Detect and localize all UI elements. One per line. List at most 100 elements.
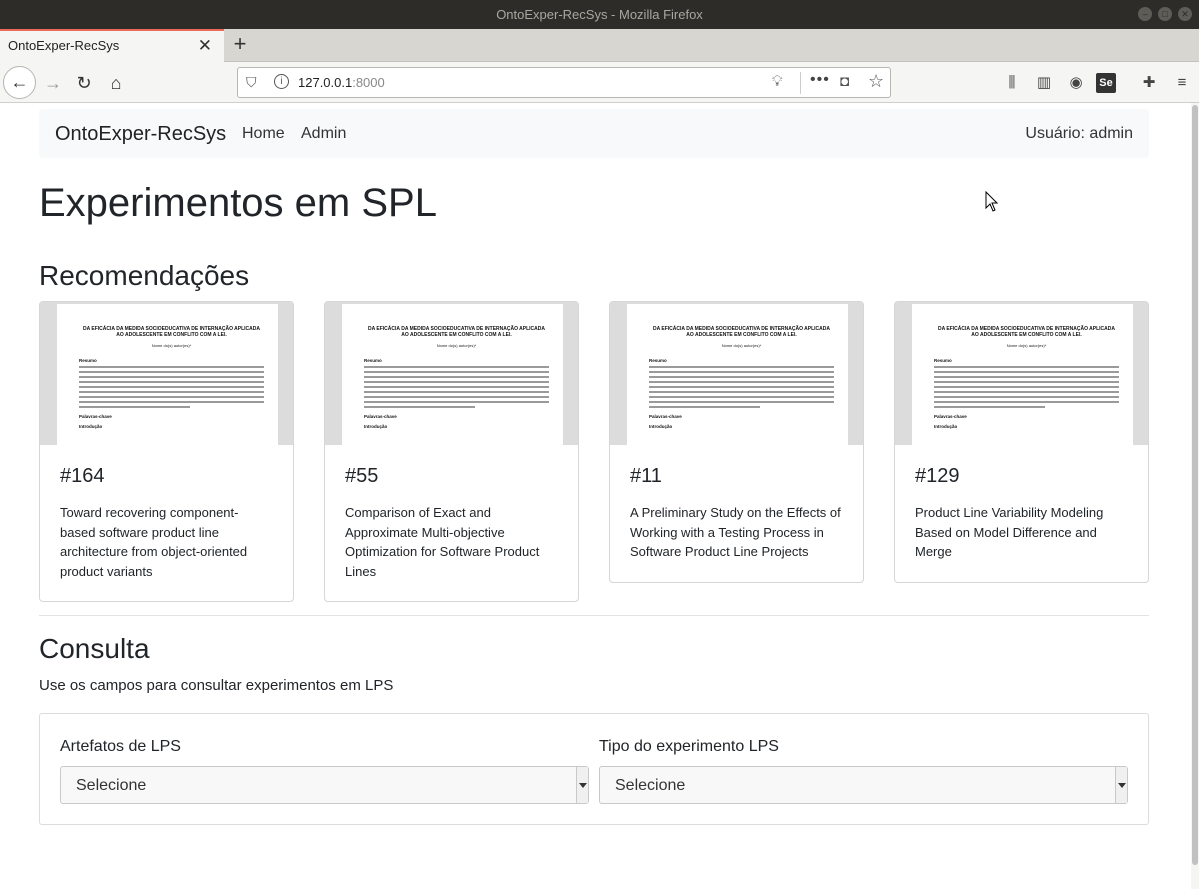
thumbnail-title: DA EFICÁCIA DA MEDIDA SOCIOEDUCATIVA DE … — [367, 326, 546, 338]
back-button[interactable]: ← — [3, 66, 36, 99]
pocket-icon[interactable]: ◘ — [840, 73, 849, 90]
new-tab-button[interactable]: + — [228, 31, 252, 59]
thumbnail-text-line — [934, 381, 1119, 383]
card-body: #11 A Preliminary Study on the Effects of… — [610, 445, 863, 582]
url-separator — [800, 72, 801, 94]
thumbnail-text-line — [79, 381, 264, 383]
thumbnail-title: DA EFICÁCIA DA MEDIDA SOCIOEDUCATIVA DE … — [82, 326, 261, 338]
section-divider — [39, 615, 1149, 616]
thumbnail-section: Resumo — [649, 358, 667, 363]
page-content: OntoExper-RecSys Home Admin Usuário: adm… — [0, 103, 1191, 889]
thumbnail-text-line — [649, 371, 834, 373]
lightbulb-icon[interactable]: 💡︎ — [772, 73, 783, 90]
extensions-icon[interactable]: ✚ — [1137, 71, 1161, 95]
recommendations-heading: Recomendações — [39, 260, 250, 291]
url-bar[interactable]: ⛉ i 127.0.0.1:8000 💡︎ ••• ◘ ☆ — [237, 67, 891, 98]
nav-home-link[interactable]: Home — [242, 125, 285, 143]
thumbnail-text-line — [79, 366, 264, 368]
thumbnail-section: Resumo — [364, 358, 382, 363]
thumbnail-keywords: Palavras-chave — [364, 414, 397, 419]
thumbnail-keywords: Palavras-chave — [79, 414, 112, 419]
thumbnail-section: Resumo — [79, 358, 97, 363]
maximize-button[interactable]: □ — [1158, 7, 1172, 21]
sidebar-icon[interactable]: ▥ — [1032, 71, 1056, 95]
paper-page: DA EFICÁCIA DA MEDIDA SOCIOEDUCATIVA DE … — [627, 304, 848, 445]
tab-strip: OntoExper-RecSys ✕ + — [0, 29, 1199, 62]
thumbnail-text-line — [934, 366, 1119, 368]
thumbnail-text-line — [364, 371, 549, 373]
account-icon[interactable]: ◉ — [1064, 71, 1088, 95]
thumbnail-text-line — [364, 366, 549, 368]
card-body: #164 Toward recovering component-based so… — [40, 445, 293, 601]
thumbnail-keywords: Palavras-chave — [934, 414, 967, 419]
paper-thumbnail[interactable]: DA EFICÁCIA DA MEDIDA SOCIOEDUCATIVA DE … — [40, 302, 293, 445]
thumbnail-text-line — [79, 376, 264, 378]
thumbnail-text-line — [934, 391, 1119, 393]
window-title: OntoExper-RecSys - Mozilla Firefox — [496, 7, 703, 22]
paper-thumbnail[interactable]: DA EFICÁCIA DA MEDIDA SOCIOEDUCATIVA DE … — [610, 302, 863, 445]
forward-button[interactable]: → — [38, 68, 68, 98]
info-icon[interactable]: i — [274, 74, 289, 89]
thumbnail-text-line — [364, 391, 549, 393]
thumbnail-intro: Introdução — [649, 424, 673, 429]
thumbnail-text-line — [649, 376, 834, 378]
card-description: Product Line Variability Modeling Based … — [915, 505, 1104, 559]
query-form: Artefatos de LPS Selecione Tipo do exper… — [39, 713, 1149, 825]
selenium-extension-icon[interactable]: Se — [1096, 73, 1116, 93]
artefatos-selected-value: Selecione — [76, 777, 147, 794]
recommendation-card[interactable]: DA EFICÁCIA DA MEDIDA SOCIOEDUCATIVA DE … — [39, 301, 294, 602]
recommendation-card[interactable]: DA EFICÁCIA DA MEDIDA SOCIOEDUCATIVA DE … — [609, 301, 864, 583]
page-scrollbar[interactable] — [1191, 103, 1199, 889]
thumbnail-author: Nome do(s) autor(es)* — [721, 343, 762, 348]
card-number: #164 — [60, 465, 105, 487]
minimize-button[interactable]: – — [1138, 7, 1152, 21]
thumbnail-text-line — [364, 401, 549, 403]
thumbnail-text-line — [649, 386, 834, 388]
bookmark-star-icon[interactable]: ☆ — [868, 71, 884, 92]
brand-link[interactable]: OntoExper-RecSys — [55, 123, 226, 146]
thumbnail-text-line — [79, 371, 264, 373]
thumbnail-text-line — [934, 406, 1045, 408]
paper-page: DA EFICÁCIA DA MEDIDA SOCIOEDUCATIVA DE … — [57, 304, 278, 445]
recommendation-card[interactable]: DA EFICÁCIA DA MEDIDA SOCIOEDUCATIVA DE … — [894, 301, 1149, 583]
reload-button[interactable]: ↻ — [69, 68, 99, 98]
library-icon[interactable]: ⫼ — [1000, 71, 1024, 95]
tipo-experimento-select[interactable]: Selecione — [599, 766, 1128, 804]
artefatos-select[interactable]: Selecione — [60, 766, 589, 804]
paper-thumbnail[interactable]: DA EFICÁCIA DA MEDIDA SOCIOEDUCATIVA DE … — [895, 302, 1148, 445]
close-tab-icon[interactable]: ✕ — [198, 36, 212, 56]
thumbnail-text-line — [649, 366, 834, 368]
home-button[interactable]: ⌂ — [101, 68, 131, 98]
thumbnail-text-line — [934, 376, 1119, 378]
shield-icon[interactable]: ⛉ — [246, 74, 257, 91]
thumbnail-text-line — [364, 396, 549, 398]
hamburger-menu-icon[interactable]: ≡ — [1170, 71, 1194, 95]
nav-admin-link[interactable]: Admin — [301, 125, 346, 143]
page-title: Experimentos em SPL — [39, 181, 437, 225]
paper-thumbnail[interactable]: DA EFICÁCIA DA MEDIDA SOCIOEDUCATIVA DE … — [325, 302, 578, 445]
thumbnail-author: Nome do(s) autor(es)* — [436, 343, 477, 348]
thumbnail-intro: Introdução — [79, 424, 103, 429]
scrollbar-thumb[interactable] — [1192, 105, 1198, 865]
browser-tab[interactable]: OntoExper-RecSys ✕ — [0, 29, 224, 62]
more-actions-icon[interactable]: ••• — [810, 71, 830, 89]
paper-page: DA EFICÁCIA DA MEDIDA SOCIOEDUCATIVA DE … — [342, 304, 563, 445]
artefatos-label: Artefatos de LPS — [60, 738, 181, 755]
thumbnail-keywords: Palavras-chave — [649, 414, 682, 419]
recommendation-card[interactable]: DA EFICÁCIA DA MEDIDA SOCIOEDUCATIVA DE … — [324, 301, 579, 602]
thumbnail-text-line — [79, 396, 264, 398]
thumbnail-text-line — [649, 396, 834, 398]
close-window-button[interactable]: ✕ — [1178, 7, 1192, 21]
thumbnail-text-line — [934, 396, 1119, 398]
thumbnail-text-line — [934, 371, 1119, 373]
thumbnail-intro: Introdução — [934, 424, 958, 429]
thumbnail-text-line — [79, 401, 264, 403]
chevron-down-icon[interactable] — [1115, 767, 1127, 803]
thumbnail-author: Nome do(s) autor(es)* — [151, 343, 192, 348]
thumbnail-text-line — [649, 391, 834, 393]
url-text[interactable]: 127.0.0.1:8000 — [298, 75, 385, 90]
thumbnail-text-line — [364, 386, 549, 388]
card-body: #129 Product Line Variability Modeling Ba… — [895, 445, 1148, 582]
chevron-down-icon[interactable] — [576, 767, 588, 803]
card-number: #129 — [915, 465, 960, 487]
